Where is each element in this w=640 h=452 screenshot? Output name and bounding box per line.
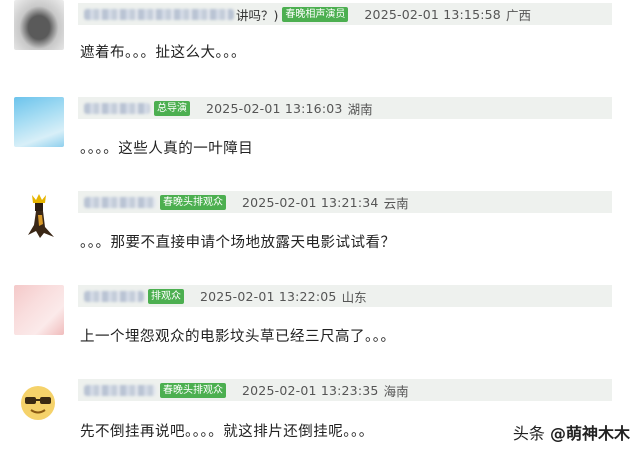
user-badge: 春晚相声演员 xyxy=(282,6,349,22)
comment-text: 遮着布。。。扯这么大。。。 xyxy=(80,45,246,61)
comment-text: 。。。那要不直接申请个场地放露天电影试试看？ xyxy=(80,235,396,251)
avatar[interactable] xyxy=(14,191,64,241)
username-blurred[interactable] xyxy=(84,384,156,396)
watermark: 头条 @萌神木木 xyxy=(513,420,630,444)
user-badge: 春晚头排观众 xyxy=(160,194,226,210)
comment-meta: 讲吗？) 春晚相声演员 2025-02-01 13:15:58 广西 xyxy=(78,3,612,25)
user-badge: 春晚头排观众 xyxy=(160,382,226,398)
username-blurred[interactable] xyxy=(84,196,156,208)
username-blurred[interactable] xyxy=(84,8,234,20)
watermark-account: @萌神木木 xyxy=(549,424,630,443)
comment-region: 海南 xyxy=(383,383,409,399)
comment-time: 2025-02-01 13:21:34 xyxy=(242,194,379,210)
avatar[interactable] xyxy=(14,379,64,429)
comment-text: 。。。。这些人真的一叶障目 xyxy=(80,141,254,157)
comment-region: 湖南 xyxy=(347,101,373,117)
comment-time: 2025-02-01 13:23:35 xyxy=(242,382,379,398)
comment-meta: 总导演 2025-02-01 13:16:03 湖南 xyxy=(78,97,612,119)
monster-icon xyxy=(28,194,54,238)
avatar[interactable] xyxy=(14,0,64,50)
username-tail[interactable]: 讲吗？) xyxy=(236,5,278,24)
comment-time: 2025-02-01 13:22:05 xyxy=(200,288,337,304)
comment-region: 山东 xyxy=(341,289,367,305)
username-blurred[interactable] xyxy=(84,102,150,114)
comment-meta: 春晚头排观众 2025-02-01 13:21:34 云南 xyxy=(78,191,612,213)
user-badge: 排观众 xyxy=(148,288,184,304)
watermark-platform: 头条 xyxy=(512,424,545,443)
comment-text: 上一个埋怨观众的电影坟头草已经三尺高了。。。 xyxy=(80,329,396,345)
user-badge: 总导演 xyxy=(154,100,190,116)
comment-time: 2025-02-01 13:15:58 xyxy=(364,6,501,22)
comment-time: 2025-02-01 13:16:03 xyxy=(206,100,343,116)
comment-region: 广西 xyxy=(505,7,531,23)
avatar[interactable] xyxy=(14,285,64,335)
comment-meta: 春晚头排观众 2025-02-01 13:23:35 海南 xyxy=(78,379,612,401)
comment-meta: 排观众 2025-02-01 13:22:05 山东 xyxy=(78,285,612,307)
sunglasses-face-icon xyxy=(21,386,55,420)
comment-region: 云南 xyxy=(383,195,409,211)
username-blurred[interactable] xyxy=(84,290,144,302)
comment-text: 先不倒挂再说吧。。。。就这排片还倒挂呢。。。 xyxy=(80,424,374,440)
avatar[interactable] xyxy=(14,97,64,147)
